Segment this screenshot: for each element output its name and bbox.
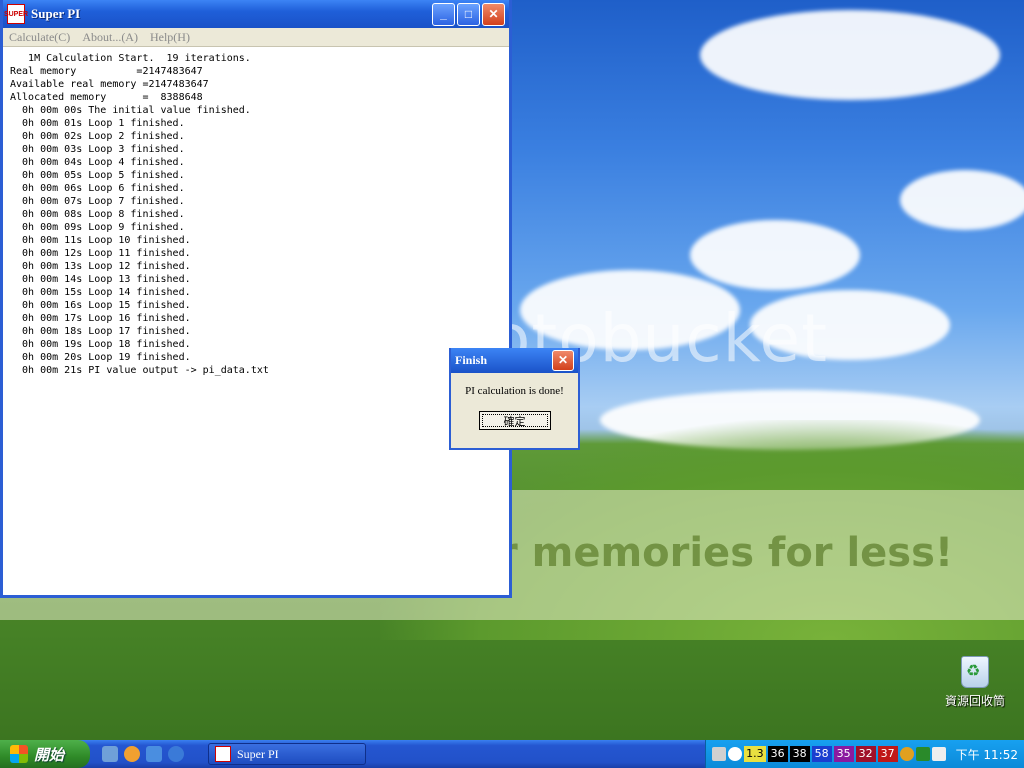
- ok-button[interactable]: 確定: [478, 411, 551, 430]
- tray-expand-icon[interactable]: [728, 747, 743, 761]
- start-button[interactable]: 開始: [0, 740, 90, 768]
- tray-value-4: 58: [811, 746, 832, 762]
- console-line: 0h 00m 07s Loop 7 finished.: [10, 196, 185, 207]
- start-label: 開始: [34, 746, 65, 764]
- console-line: 0h 00m 19s Loop 18 finished.: [10, 339, 191, 350]
- console-line: 0h 00m 21s PI value output -> pi_data.tx…: [10, 365, 269, 376]
- tray-value-6: 32: [855, 746, 876, 762]
- quick-launch-media-icon[interactable]: [146, 746, 162, 762]
- finish-dialog: Finish ✕ PI calculation is done! 確定: [449, 348, 580, 450]
- minimize-button[interactable]: _: [432, 2, 455, 26]
- tray-value-3: 38: [789, 746, 810, 762]
- tray-z-icon[interactable]: [931, 747, 946, 761]
- menu-help[interactable]: Help(H): [144, 30, 196, 45]
- keyboard-icon[interactable]: [712, 747, 727, 761]
- windows-logo-icon: [10, 745, 28, 763]
- console-line: Available real memory =2147483647: [10, 79, 209, 90]
- menu-calculate[interactable]: Calculate(C): [3, 30, 76, 45]
- console-line: 0h 00m 09s Loop 9 finished.: [10, 222, 185, 233]
- maximize-button[interactable]: □: [457, 2, 480, 26]
- superpi-app-icon: SUPER: [4, 4, 28, 24]
- quick-launch-app-icon[interactable]: [102, 746, 118, 762]
- quick-launch-ie-icon[interactable]: [168, 746, 184, 762]
- dialog-close-button[interactable]: ✕: [552, 350, 574, 371]
- superpi-window: SUPER Super PI _ □ ✕ Calculate(C) About.…: [0, 0, 512, 598]
- console-line: 0h 00m 18s Loop 17 finished.: [10, 326, 191, 337]
- window-titlebar[interactable]: SUPER Super PI _ □ ✕: [3, 0, 509, 28]
- console-line: 0h 00m 17s Loop 16 finished.: [10, 313, 191, 324]
- console-line: 0h 00m 04s Loop 4 finished.: [10, 157, 185, 168]
- console-line: Allocated memory = 8388648: [10, 92, 203, 103]
- recycle-bin-label: 資源回收筒: [944, 694, 1005, 708]
- console-line: 0h 00m 13s Loop 12 finished.: [10, 261, 191, 272]
- taskbar-item-label: Super PI: [237, 746, 279, 761]
- console-line: 0h 00m 02s Loop 2 finished.: [10, 131, 185, 142]
- console-output: 1M Calculation Start. 19 iterations. Real…: [3, 47, 509, 382]
- taskbar: 開始 Super PI 1.3 36 38 58 35 32 37 下午 11:…: [0, 740, 1024, 768]
- quick-launch: [102, 746, 184, 762]
- info-icon[interactable]: [899, 747, 914, 761]
- dialog-title: Finish: [455, 353, 488, 367]
- menu-about[interactable]: About...(A): [76, 30, 144, 45]
- console-line: Real memory =2147483647: [10, 66, 203, 77]
- menu-bar: Calculate(C) About...(A) Help(H): [3, 28, 509, 47]
- console-line: 0h 00m 03s Loop 3 finished.: [10, 144, 185, 155]
- system-tray: 1.3 36 38 58 35 32 37 下午 11:52: [705, 740, 1024, 768]
- console-line: 0h 00m 05s Loop 5 finished.: [10, 170, 185, 181]
- console-line: 0h 00m 15s Loop 14 finished.: [10, 287, 191, 298]
- clock: 下午 11:52: [955, 747, 1018, 762]
- console-line: 0h 00m 11s Loop 10 finished.: [10, 235, 191, 246]
- console-line: 0h 00m 08s Loop 8 finished.: [10, 209, 185, 220]
- console-line: 0h 00m 01s Loop 1 finished.: [10, 118, 185, 129]
- quick-launch-messenger-icon[interactable]: [124, 746, 140, 762]
- taskbar-item-superpi[interactable]: Super PI: [208, 743, 366, 765]
- console-line: 0h 00m 16s Loop 15 finished.: [10, 300, 191, 311]
- console-line: 1M Calculation Start. 19 iterations.: [10, 53, 251, 64]
- tray-value-2: 36: [767, 746, 788, 762]
- dialog-message: PI calculation is done!: [465, 385, 564, 397]
- window-title: Super PI: [31, 6, 81, 21]
- tray-app-icon[interactable]: [915, 747, 930, 761]
- console-line: 0h 00m 20s Loop 19 finished.: [10, 352, 191, 363]
- tray-value-1: 1.3: [744, 746, 766, 762]
- console-line: 0h 00m 06s Loop 6 finished.: [10, 183, 185, 194]
- console-line: 0h 00m 00s The initial value finished.: [10, 105, 251, 116]
- banner-text: r memories for less!: [498, 530, 954, 576]
- console-line: 0h 00m 12s Loop 11 finished.: [10, 248, 191, 259]
- tray-value-5: 35: [833, 746, 854, 762]
- recycle-bin[interactable]: 資源回收筒: [940, 656, 1010, 709]
- close-button[interactable]: ✕: [482, 2, 505, 26]
- taskbar-superpi-icon: [215, 746, 231, 762]
- dialog-titlebar[interactable]: Finish ✕: [451, 348, 578, 373]
- console-line: 0h 00m 14s Loop 13 finished.: [10, 274, 191, 285]
- tray-value-7: 37: [877, 746, 898, 762]
- recycle-bin-icon: [961, 656, 989, 688]
